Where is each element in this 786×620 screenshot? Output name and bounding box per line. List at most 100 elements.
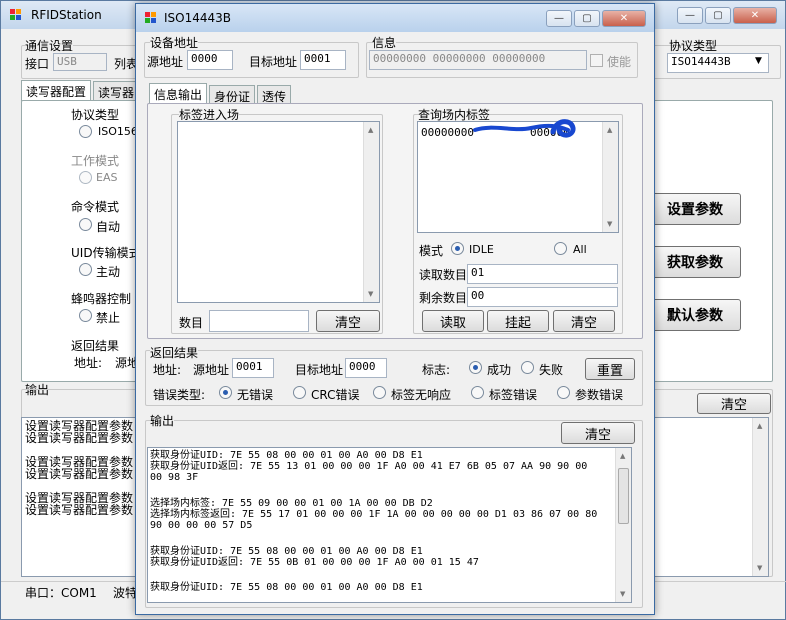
main-log-line: 设置读写器配置参数: [25, 467, 134, 481]
dialog-log-scrollbar[interactable]: ▲ ▼: [615, 448, 631, 602]
read-count-label: 读取数目: [419, 268, 468, 282]
work-mode-radio[interactable]: [79, 171, 92, 184]
err-none-radio[interactable]: [219, 386, 232, 399]
tag-enter-clear-button[interactable]: 清空: [316, 310, 380, 332]
buzzer-label: 蜂鸣器控制: [71, 292, 132, 306]
remain-count-input[interactable]: 00: [467, 287, 618, 307]
set-params-button[interactable]: 设置参数: [649, 193, 741, 225]
reset-button[interactable]: 重置: [585, 358, 635, 380]
proto-label: 协议类型: [71, 108, 120, 122]
cmd-mode-label: 命令模式: [71, 200, 120, 214]
scribble-redaction: [473, 119, 576, 138]
src-addr-input[interactable]: 0000: [187, 50, 233, 70]
port-select[interactable]: USB: [53, 53, 107, 71]
result-src-label: 源地址: [193, 363, 230, 377]
dialog-output-clear-button[interactable]: 清空: [561, 422, 635, 444]
dialog-output-log[interactable]: 获取身份证UID: 7E 55 08 00 00 01 00 A0 00 D8 …: [147, 447, 632, 603]
main-title: RFIDStation: [31, 8, 102, 22]
main-clear-button[interactable]: 清空: [697, 393, 771, 414]
flag-fail-radio[interactable]: [521, 361, 534, 374]
main-minimize-button[interactable]: —: [677, 7, 703, 24]
flag-label: 标志:: [422, 363, 451, 377]
err-param-radio[interactable]: [557, 386, 570, 399]
main-close-button[interactable]: ✕: [733, 7, 777, 24]
count-label: 数目: [179, 316, 204, 330]
flag-success-radio[interactable]: [469, 361, 482, 374]
err-noresp-radio[interactable]: [373, 386, 386, 399]
default-params-button[interactable]: 默认参数: [649, 299, 741, 331]
comm-group-label: 通信设置: [25, 37, 74, 54]
main-log-scrollbar[interactable]: ▲ ▼: [752, 418, 768, 576]
cmd-mode-radio-label: 自动: [96, 220, 121, 234]
dialog-maximize-button[interactable]: ▢: [574, 10, 600, 27]
read-button[interactable]: 读取: [422, 310, 484, 332]
flag-fail-label: 失败: [539, 363, 564, 377]
query-tag-list[interactable]: 00000000 000000 ▲ ▼: [417, 119, 619, 233]
dialog-log-scroll-thumb[interactable]: [618, 468, 629, 524]
dialog-log-line: 获取身份证UID返回: 7E 55 13 01 00 00 00 1F A0 0…: [150, 461, 588, 472]
proto-type-label: 协议类型: [669, 39, 718, 53]
return-label: 返回结果: [71, 339, 120, 353]
dialog-close-button[interactable]: ✕: [602, 10, 646, 27]
get-params-button[interactable]: 获取参数: [649, 246, 741, 278]
dialog-log-line: 获取身份证UID返回: 7E 55 0B 01 00 00 00 1F A0 0…: [150, 557, 479, 568]
enable-checkbox[interactable]: [590, 54, 603, 67]
result-dst-input[interactable]: 0000: [345, 358, 387, 378]
tab-reader-config[interactable]: 读写器配置: [21, 80, 92, 101]
tab-info-output[interactable]: 信息输出: [149, 83, 208, 104]
dialog-log-line: 获取身份证UID: 7E 55 08 00 00 01 00 A0 00 D8 …: [150, 450, 423, 461]
dialog-window: ISO14443B — ▢ ✕ 设备地址 源地址 0000 目标地址 0001 …: [135, 3, 655, 615]
tag-enter-list[interactable]: ▲ ▼: [177, 121, 380, 303]
uid-mode-label: UID传输模式: [71, 246, 141, 260]
read-count-input[interactable]: 01: [467, 264, 618, 284]
mode-all-label: All: [573, 243, 587, 256]
proto-type-select[interactable]: ISO14443B: [667, 53, 769, 73]
err-crc-radio[interactable]: [293, 386, 306, 399]
count-input[interactable]: [209, 310, 309, 332]
result-addr-label: 地址:: [153, 363, 182, 377]
query-tag-scrollbar[interactable]: ▲ ▼: [602, 122, 618, 232]
err-param-label: 参数错误: [575, 388, 624, 402]
err-noresp-label: 标签无响应: [391, 388, 452, 402]
chevron-down-icon[interactable]: ▼: [755, 56, 762, 66]
tag-enter-scrollbar[interactable]: ▲ ▼: [363, 122, 379, 302]
main-maximize-button[interactable]: ▢: [705, 7, 731, 24]
remain-count-label: 剩余数目: [419, 291, 468, 305]
hang-button[interactable]: 挂起: [487, 310, 549, 332]
info-label: 信息: [372, 34, 397, 51]
src-addr-label: 源地址: [147, 55, 184, 69]
mode-all-radio[interactable]: [554, 242, 567, 255]
status-baud: 波特: [113, 586, 138, 600]
uid-mode-radio[interactable]: [79, 263, 92, 276]
buzzer-radio-label: 禁止: [96, 311, 121, 325]
app-icon: [10, 9, 22, 21]
mode-idle-radio[interactable]: [451, 242, 464, 255]
result-src-input[interactable]: 0001: [232, 358, 274, 378]
uid-mode-radio-label: 主动: [96, 265, 121, 279]
info-input[interactable]: 00000000 00000000 00000000: [369, 50, 587, 70]
query-clear-button[interactable]: 清空: [553, 310, 615, 332]
port-label: 接口: [25, 57, 50, 71]
dst-addr-input[interactable]: 0001: [300, 50, 346, 70]
status-port: 串口：COM1: [25, 586, 97, 600]
flag-success-label: 成功: [487, 363, 512, 377]
main-log-line: 设置读写器配置参数: [25, 431, 134, 445]
result-label: 返回结果: [150, 344, 199, 361]
err-tag-radio[interactable]: [471, 386, 484, 399]
tab-passthrough[interactable]: 透传: [257, 85, 292, 104]
err-tag-label: 标签错误: [489, 388, 538, 402]
tab-reader[interactable]: 读写器: [93, 81, 140, 100]
dialog-icon: [145, 12, 157, 24]
proto-radio[interactable]: [79, 125, 92, 138]
query-tag-item: 00000000: [421, 126, 474, 139]
return-addr-label: 地址:: [74, 356, 103, 370]
dialog-log-line: 获取身份证UID: 7E 55 08 00 00 01 00 A0 00 D8 …: [150, 582, 423, 593]
dialog-titlebar: ISO14443B — ▢ ✕: [136, 4, 654, 32]
buzzer-radio[interactable]: [79, 309, 92, 322]
dev-addr-label: 设备地址: [150, 34, 199, 51]
dialog-log-line: 选择场内标签返回: 7E 55 17 01 00 00 00 1F 1A 00 …: [150, 509, 598, 520]
cmd-mode-radio[interactable]: [79, 218, 92, 231]
dialog-minimize-button[interactable]: —: [546, 10, 572, 27]
tab-id-card[interactable]: 身份证: [209, 85, 256, 104]
work-mode-label: 工作模式: [71, 154, 120, 168]
